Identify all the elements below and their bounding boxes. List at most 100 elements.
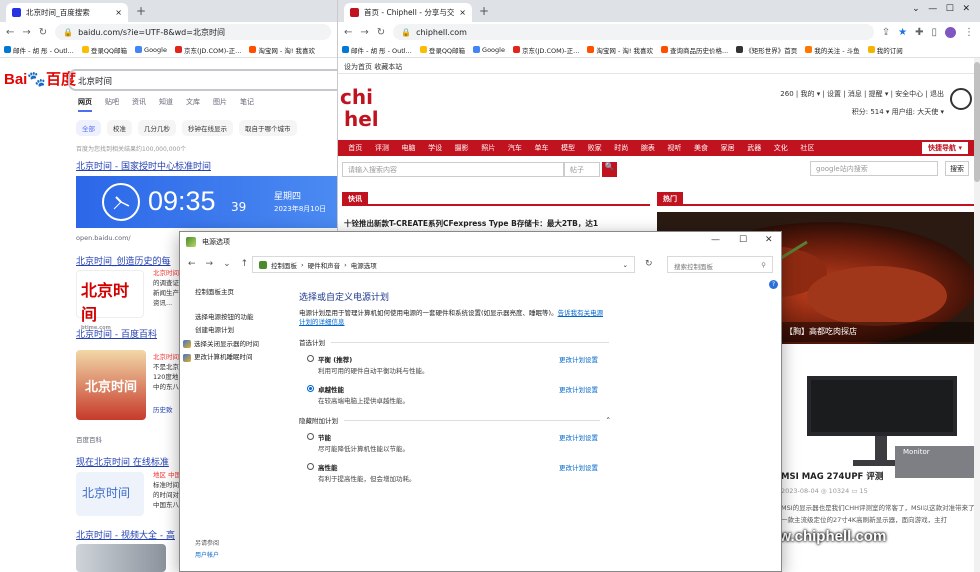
filter-chip[interactable]: 校准 [107, 120, 132, 136]
result-title-3[interactable]: 北京时间 - 百度百科 [76, 327, 157, 340]
maximize-button[interactable]: ☐ [739, 235, 747, 245]
result-title-1[interactable]: 北京时间 - 国家授时中心标准时间 [76, 159, 211, 172]
nav-item[interactable]: 文化 [768, 143, 795, 153]
sidebar-icon[interactable]: ▯ [931, 27, 937, 38]
bookmark-item[interactable]: 查询商品历史价格... [661, 45, 728, 55]
share-icon[interactable]: ⇪ [882, 27, 890, 38]
close-tab-icon[interactable]: × [459, 8, 466, 17]
sleep-time-link[interactable]: 更改计算机睡眠时间 [183, 351, 291, 365]
tab-6[interactable]: 笔记 [240, 97, 254, 112]
bookmark-item[interactable]: 邮件 - 胡 彤 - Outl... [342, 45, 412, 55]
help-icon[interactable]: ? [769, 280, 778, 289]
scrollbar-thumb[interactable] [974, 62, 980, 182]
power-plan[interactable]: 卓越性能 在较高端电脑上提供卓越性能。 更改计划设置 [307, 383, 729, 413]
tab-1[interactable]: 贴吧 [105, 97, 119, 112]
up-icon[interactable]: ↑ [241, 259, 249, 269]
back-icon[interactable]: ← [6, 27, 14, 38]
btime-logo[interactable]: 北京时间 btime.com [76, 270, 144, 331]
tab-0[interactable]: 网页 [78, 97, 92, 112]
tab-3[interactable]: 知道 [159, 97, 173, 112]
nav-item[interactable]: 摄影 [448, 143, 475, 153]
nav-item[interactable]: 武器 [741, 143, 768, 153]
monitor-image[interactable]: Monitor [783, 370, 979, 478]
tab-2[interactable]: 资讯 [132, 97, 146, 112]
video-thumbnail[interactable] [76, 544, 166, 572]
reload-icon[interactable]: ↻ [377, 27, 385, 38]
minimize-button[interactable]: — [711, 235, 720, 245]
google-search-input[interactable]: google站内搜索 [810, 161, 938, 176]
breadcrumb[interactable]: 控制面板 › 硬件和声音 › 电源选项 ⌄ [252, 256, 635, 273]
menu-icon[interactable]: ⋮ [964, 27, 974, 38]
filter-chip[interactable]: 取自于哪个城市 [239, 120, 297, 136]
power-plan[interactable]: 高性能 有利于提高性能，但会增加功耗。 更改计划设置 [307, 461, 729, 491]
filter-chip[interactable]: 全部 [76, 120, 101, 136]
nav-item[interactable]: 汽车 [502, 143, 529, 153]
filter-chip[interactable]: 秒钟在线显示 [182, 120, 233, 136]
breadcrumb-power[interactable]: 电源选项 [351, 260, 377, 270]
plan-radio[interactable] [307, 463, 314, 470]
search-type-select[interactable]: 帖子 [564, 162, 600, 177]
tab-5[interactable]: 图片 [213, 97, 227, 112]
result-title-4[interactable]: 现在北京时间 在线标准 [76, 455, 169, 468]
create-plan-link[interactable]: 创建电源计划 [195, 324, 291, 338]
profile-avatar[interactable] [945, 26, 956, 38]
google-search-button[interactable]: 搜索 [945, 161, 969, 176]
extensions-icon[interactable]: ✚ [915, 27, 923, 38]
user-points[interactable]: 积分: 514 ▾ 用户组: 大天使 ▾ [852, 107, 944, 117]
result-title-5[interactable]: 北京时间 - 视频大全 - 高 [76, 528, 175, 541]
nav-item[interactable]: 腕表 [635, 143, 662, 153]
nav-item[interactable]: 视听 [661, 143, 688, 153]
close-button[interactable]: ✕ [765, 235, 773, 245]
plan-radio[interactable] [307, 433, 314, 440]
change-plan-settings-link[interactable]: 更改计划设置 [559, 432, 598, 442]
url-field[interactable]: 🔒 baidu.com/s?ie=UTF-8&wd=北京时间 [55, 24, 331, 40]
page-scrollbar[interactable] [974, 58, 980, 572]
plan-radio[interactable] [307, 355, 314, 362]
forward-icon[interactable]: → [360, 27, 368, 38]
bookmark-item[interactable]: 淘宝网 - 淘! 我喜欢 [587, 45, 653, 55]
nav-item[interactable]: 学设 [422, 143, 449, 153]
tab-4[interactable]: 文库 [186, 97, 200, 112]
nav-item[interactable]: 单车 [528, 143, 555, 153]
back-icon[interactable]: ← [188, 259, 196, 269]
user-links[interactable]: 260 | 我的 ▾ | 设置 | 消息 | 提醒 ▾ | 安全中心 | 退出 [780, 89, 944, 99]
bookmark-item[interactable]: 我的关注 - 斗鱼 [805, 45, 860, 55]
bookmark-item[interactable]: 京东(JD.COM)-正... [174, 45, 241, 55]
refresh-icon[interactable]: ↻ [645, 259, 653, 269]
bookmark-item[interactable]: 登录QQ邮箱 [81, 45, 127, 55]
nav-item[interactable]: 败家 [581, 143, 608, 153]
filter-chip[interactable]: 几分几秒 [138, 120, 176, 136]
url-field[interactable]: 🔒 chiphell.com [393, 24, 874, 40]
plan-radio[interactable] [307, 385, 314, 392]
baidu-logo[interactable]: Bai🐾百度 [4, 68, 76, 89]
time-site-logo[interactable]: 北京时间 [76, 472, 144, 516]
nav-item[interactable]: 首页 [342, 143, 369, 153]
nav-item[interactable]: 时尚 [608, 143, 635, 153]
change-plan-settings-link[interactable]: 更改计划设置 [559, 354, 598, 364]
bookmark-item[interactable]: 《矩形世界》首页 [736, 45, 797, 55]
review-title[interactable]: MSI MAG 274UPF 评测 [781, 470, 883, 482]
baike-image[interactable]: 北京时间 [76, 350, 146, 420]
breadcrumb-hardware[interactable]: 硬件和声音 [308, 260, 341, 270]
window-titlebar[interactable]: 电源选项 [180, 232, 781, 251]
user-avatar[interactable] [950, 88, 972, 110]
chiphell-logo[interactable]: chi hel [338, 82, 382, 134]
chevron-up-icon[interactable]: ⌃ [606, 416, 611, 424]
search-button[interactable]: 🔍 [602, 162, 617, 177]
chevron-down-icon[interactable]: ⌄ [223, 259, 231, 269]
nav-item[interactable]: 家居 [714, 143, 741, 153]
star-icon[interactable]: ★ [898, 27, 907, 38]
site-search-input[interactable]: 请输入搜索内容 [342, 162, 564, 177]
bookmark-item[interactable]: Google [135, 46, 167, 54]
reload-icon[interactable]: ↻ [39, 27, 47, 38]
nav-item[interactable]: 照片 [475, 143, 502, 153]
control-panel-search[interactable]: 搜索控制面板 ⚲ [667, 256, 773, 273]
baidu-search-input[interactable]: 北京时间 [68, 69, 337, 91]
user-accounts-link[interactable]: 用户帐户 [195, 550, 219, 562]
hidden-plans-header[interactable]: 隐藏附加计划 ⌃ [299, 415, 611, 425]
bookmark-item[interactable]: 我的订阅 [867, 45, 903, 55]
nav-item[interactable]: 电脑 [395, 143, 422, 153]
new-tab-icon[interactable]: + [479, 4, 489, 18]
quick-nav-button[interactable]: 快捷导航 ▾ [922, 142, 968, 154]
control-panel-home-link[interactable]: 控制面板主页 [195, 286, 291, 300]
